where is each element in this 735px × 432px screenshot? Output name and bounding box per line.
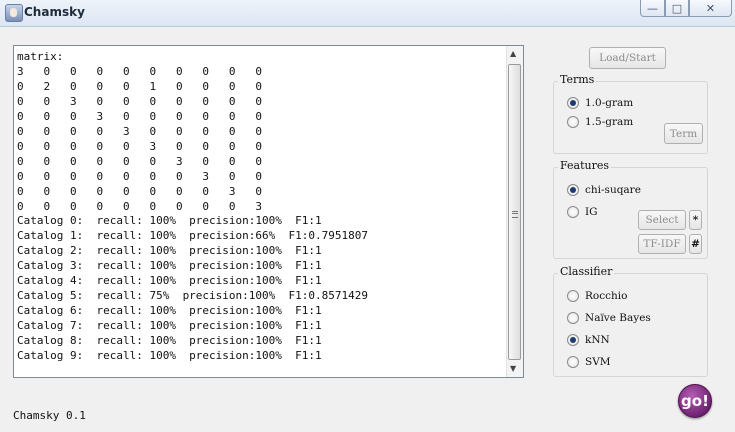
minimize-button[interactable]: — xyxy=(640,0,665,17)
radio-circle-icon xyxy=(567,184,579,196)
radio-rocchio[interactable]: Rocchio xyxy=(567,289,627,303)
radio-label: chi-suqare xyxy=(585,184,641,196)
terms-group: Terms 1.0-gram 1.5-gram Term xyxy=(553,73,708,154)
scrollbar-grip-icon xyxy=(512,211,518,218)
classifier-group: Classifier Rocchio Naïve Bayes kNN SVM xyxy=(553,265,708,377)
radio-label: IG xyxy=(585,206,598,218)
radio-label: Naïve Bayes xyxy=(585,312,651,324)
maximize-button[interactable]: □ xyxy=(665,0,689,17)
radio-naive-bayes[interactable]: Naïve Bayes xyxy=(567,311,651,325)
tfidf-extra-button[interactable]: # xyxy=(689,234,702,254)
radio-circle-icon xyxy=(567,116,579,128)
radio-label: Rocchio xyxy=(585,290,628,302)
radio-circle-icon xyxy=(567,356,579,368)
radio-chi-square[interactable]: chi-suqare xyxy=(567,183,641,197)
radio-circle-icon xyxy=(567,312,579,324)
radio-label: 1.5-gram xyxy=(585,116,634,128)
close-button[interactable]: ✕ xyxy=(689,0,732,17)
select-extra-button[interactable]: * xyxy=(689,210,702,230)
radio-circle-icon xyxy=(567,290,579,302)
vertical-scrollbar[interactable]: ▲ ▼ xyxy=(506,46,523,377)
terms-legend: Terms xyxy=(558,73,597,86)
radio-1-5-gram[interactable]: 1.5-gram xyxy=(567,115,633,129)
radio-ig[interactable]: IG xyxy=(567,205,598,219)
radio-circle-icon xyxy=(567,97,579,109)
load-start-button[interactable]: Load/Start xyxy=(589,47,666,69)
radio-label: SVM xyxy=(585,356,611,368)
tfidf-button[interactable]: TF-IDF xyxy=(638,234,686,254)
scrollbar-thumb[interactable] xyxy=(508,64,521,360)
title-bar: Chamsky — □ ✕ xyxy=(0,0,735,27)
select-button[interactable]: Select xyxy=(638,210,686,230)
features-group: Features chi-suqare IG Select * TF-IDF # xyxy=(553,159,708,259)
radio-label: kNN xyxy=(585,334,610,346)
classifier-legend: Classifier xyxy=(558,265,615,278)
radio-label: 1.0-gram xyxy=(585,97,634,109)
radio-svm[interactable]: SVM xyxy=(567,355,611,369)
radio-circle-icon xyxy=(567,206,579,218)
output-console[interactable]: matrix: 3 0 0 0 0 0 0 0 0 0 0 2 0 0 0 1 … xyxy=(13,45,524,378)
status-label: Chamsky 0.1 xyxy=(13,409,86,422)
console-text: matrix: 3 0 0 0 0 0 0 0 0 0 0 2 0 0 0 1 … xyxy=(17,50,368,363)
features-legend: Features xyxy=(558,159,612,172)
scroll-up-arrow-icon[interactable]: ▲ xyxy=(510,49,516,58)
radio-circle-icon xyxy=(567,334,579,346)
go-button[interactable]: go! xyxy=(678,384,712,418)
term-button[interactable]: Term xyxy=(664,123,703,144)
window-title: Chamsky xyxy=(24,5,85,19)
radio-knn[interactable]: kNN xyxy=(567,333,610,347)
radio-1-0-gram[interactable]: 1.0-gram xyxy=(567,96,633,110)
app-portrait-icon xyxy=(5,4,23,22)
scroll-down-arrow-icon[interactable]: ▼ xyxy=(510,364,516,373)
